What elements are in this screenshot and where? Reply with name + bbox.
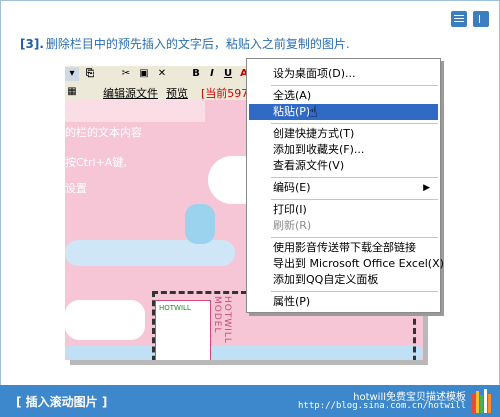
menu-separator (271, 291, 438, 292)
thumb-label: HOTWILL (159, 304, 191, 312)
menu-item-view-source[interactable]: 查看源文件(V) (247, 158, 440, 174)
preview-link[interactable]: 预览 (166, 85, 188, 101)
step-instruction: [3]. 删除栏目中的预先插入的文字后，粘贴入之前复制的图片. (20, 35, 350, 52)
cut-icon[interactable]: ✂ (119, 67, 133, 81)
menu-item-set-desktop[interactable]: 设为桌面项(D)... (247, 66, 440, 82)
editor-line: 设置 (65, 182, 87, 195)
editor-line: 按Ctrl+A键, (65, 156, 127, 169)
menu-item-export-excel[interactable]: 导出到 Microsoft Office Excel(X) (247, 256, 444, 272)
blue-bear-graphic (185, 204, 215, 244)
edit-source-link[interactable]: 编辑源文件 (103, 85, 158, 101)
menu-item-paste[interactable]: 粘贴(P) (249, 104, 438, 120)
step-text: 删除栏目中的预先插入的文字后，粘贴入之前复制的图片. (45, 37, 350, 51)
image-icon[interactable]: ▦ (65, 85, 79, 99)
menu-item-encoding[interactable]: 编码(E) ▶ (247, 180, 440, 196)
thumb-vertical-text: HOTWILL MODEL (212, 296, 232, 344)
editor-line: 的栏的文本内容 (65, 126, 142, 139)
bold-button[interactable]: B (189, 67, 203, 81)
hand-cursor-icon: ☝ (308, 102, 318, 121)
grid-view-icon[interactable] (451, 11, 467, 27)
pencils-logo-icon (472, 389, 494, 413)
delete-icon[interactable]: ✕ (155, 67, 169, 81)
menu-item-print[interactable]: 打印(I) (247, 202, 440, 218)
menu-item-refresh: 刷新(R) (273, 219, 312, 232)
menu-item-download-all[interactable]: 使用影音传送带下载全部链接 (247, 240, 440, 256)
menu-item-create-shortcut[interactable]: 创建快捷方式(T) (247, 126, 440, 142)
menu-item-add-qq[interactable]: 添加到QQ自定义面板 (247, 272, 440, 288)
menu-separator (271, 85, 438, 86)
dropdown-icon[interactable]: ▾ (65, 67, 79, 81)
copy-icon[interactable]: ⎘ (83, 67, 97, 81)
italic-button[interactable]: I (205, 67, 219, 81)
pasted-image[interactable]: HOTWILL (155, 300, 211, 360)
menu-separator (271, 237, 438, 238)
submenu-arrow-icon: ▶ (423, 183, 430, 193)
footer-bar: [ 插入滚动图片 ] hotwill免费宝贝描述模板 http://blog.s… (0, 385, 500, 417)
context-menu: 设为桌面项(D)... 全选(A) 粘贴(P) 创建快捷方式(T) 添加到收藏夹… (246, 58, 444, 313)
menu-separator (271, 177, 438, 178)
cloud-shape (65, 240, 235, 266)
step-number: [3]. (20, 37, 44, 51)
footer-title: [ 插入滚动图片 ] (16, 395, 108, 409)
list-view-icon[interactable] (473, 11, 489, 27)
paste-icon[interactable]: ▣ (137, 67, 151, 81)
footer-url[interactable]: http://blog.sina.com.cn/hotwill (298, 401, 466, 411)
menu-item-add-favorites[interactable]: 添加到收藏夹(F)... (247, 142, 440, 158)
underline-button[interactable]: U (221, 67, 235, 81)
menu-separator (271, 123, 438, 124)
menu-item-select-all[interactable]: 全选(A) (247, 88, 440, 104)
pink-band (65, 100, 205, 122)
menu-separator (271, 199, 438, 200)
menu-item-properties[interactable]: 属性(P) (247, 294, 440, 310)
white-panel (65, 300, 145, 340)
